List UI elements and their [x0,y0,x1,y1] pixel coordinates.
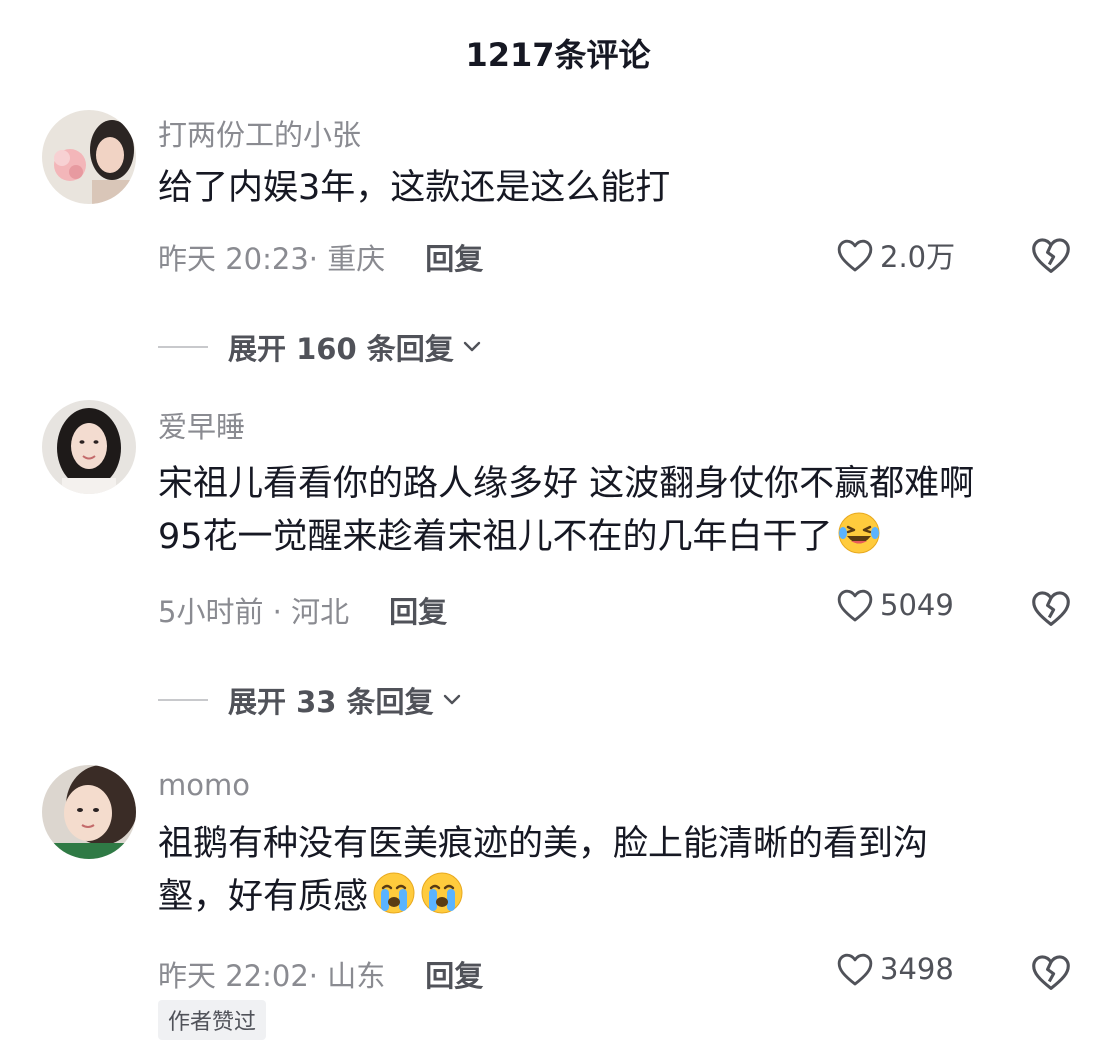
reply-button[interactable]: 回复 [389,589,447,631]
avatar[interactable] [42,110,136,204]
expand-replies-button[interactable]: 展开 160 条回复 [158,326,484,368]
chevron-down-icon [463,341,480,352]
laugh-cry-emoji [838,512,880,554]
avatar[interactable] [42,400,136,494]
divider [158,346,208,348]
avatar[interactable] [42,765,136,859]
reply-button[interactable]: 回复 [425,236,483,278]
comment-meta: 5小时前 · 河北 回复 [158,589,447,631]
expand-label: 展开 160 条回复 [228,332,454,366]
divider [158,699,208,701]
time-location: 5小时前 · 河北 [158,595,350,629]
comment-line: 给了内娱3年，这款还是这么能打 [158,168,671,208]
crying-emoji [421,872,463,914]
broken-heart-icon [1032,238,1070,273]
heart-outline-icon [837,953,873,986]
dislike-button[interactable] [1030,953,1072,995]
comment-line-with-emoji: 95花一觉醒来趁着宋祖儿不在的几年白干了 [158,511,1078,564]
comment-line: 95花一觉醒来趁着宋祖儿不在的几年白干了 [158,517,833,557]
time-location: 昨天 20:23· 重庆 [158,242,386,276]
crying-emoji [373,872,415,914]
username[interactable]: momo [158,768,250,802]
dislike-button[interactable] [1030,589,1072,631]
like-count: 3498 [880,952,954,986]
comment-meta: 昨天 22:02· 山东 回复 [158,953,483,995]
time-location: 昨天 22:02· 山东 [158,959,386,993]
expand-label: 展开 33 条回复 [228,685,434,719]
heart-outline-icon [837,589,873,622]
like-button[interactable]: 5049 [836,587,954,623]
comment-text: 给了内娱3年，这款还是这么能打 [158,162,1078,215]
comment-line-with-emoji: 壑，好有质感 [158,871,1078,924]
comment-text: 祖鹅有种没有医美痕迹的美，脸上能清晰的看到沟 壑，好有质感 [158,818,1078,924]
broken-heart-icon [1032,591,1070,626]
comment-meta: 昨天 20:23· 重庆 回复 [158,236,483,278]
like-count: 2.0万 [880,240,956,274]
username[interactable]: 打两份工的小张 [158,112,361,154]
comment-line: 宋祖儿看看你的路人缘多好 这波翻身仗你不赢都难啊 [158,464,975,504]
chevron-down-icon [443,694,460,705]
dislike-button[interactable] [1030,236,1072,278]
comment-line: 祖鹅有种没有医美痕迹的美，脸上能清晰的看到沟 [158,824,929,864]
expand-replies-button[interactable]: 展开 33 条回复 [158,679,464,721]
comment-text: 宋祖儿看看你的路人缘多好 这波翻身仗你不赢都难啊 95花一觉醒来趁着宋祖儿不在的… [158,458,1078,564]
like-button[interactable]: 3498 [836,951,954,987]
like-count: 5049 [880,588,954,622]
comment-line: 壑，好有质感 [158,877,369,917]
heart-outline-icon [837,239,873,272]
reply-button[interactable]: 回复 [425,953,483,995]
like-button[interactable]: 2.0万 [836,234,955,276]
broken-heart-icon [1032,955,1070,990]
author-liked-badge: 作者赞过 [158,1000,267,1040]
comment-count-title: 1217条评论 [465,36,651,74]
username[interactable]: 爱早睡 [158,404,245,446]
